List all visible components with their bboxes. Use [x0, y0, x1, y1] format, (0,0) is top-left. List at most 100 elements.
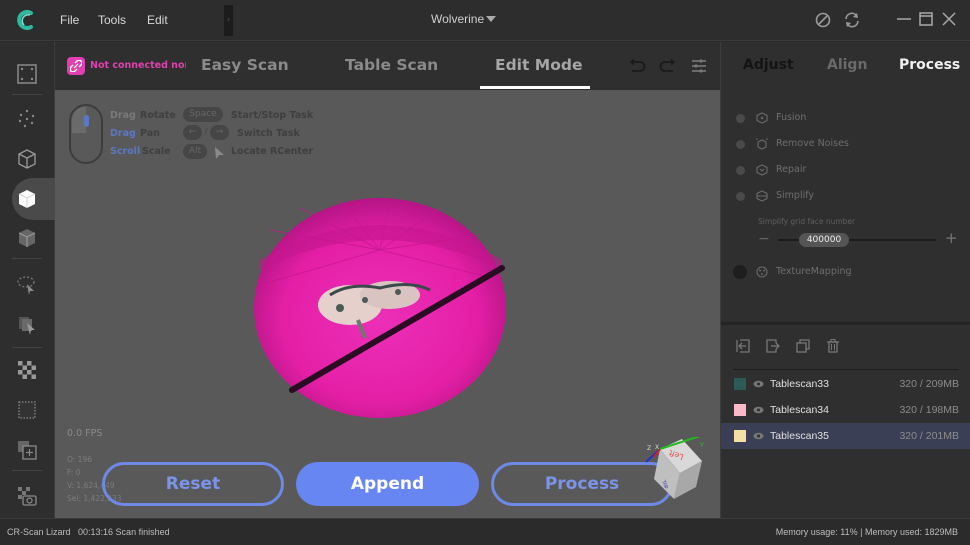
project-selector[interactable]: Wolverine [431, 12, 484, 26]
fps-counter: 0.0 FPS [67, 428, 103, 439]
cursor-icon [215, 147, 224, 159]
panel-divider [721, 322, 970, 325]
step-status-dot [736, 166, 745, 175]
scan-name: Tablescan34 [770, 404, 829, 416]
tool-solid[interactable] [12, 184, 42, 214]
process-step-repair[interactable]: Repair [721, 161, 970, 181]
tab-align[interactable]: Align [827, 57, 867, 73]
simplify-grid-label: Simplify grid face number [758, 217, 856, 226]
checkerboard-icon [18, 361, 36, 379]
process-step-remove-noises[interactable]: Remove Noises [721, 135, 970, 155]
close-icon[interactable] [939, 9, 959, 29]
step-status-dot [736, 114, 745, 123]
scan-color-swatch[interactable] [734, 404, 746, 416]
tool-point-cloud[interactable] [12, 104, 42, 134]
import-icon[interactable] [735, 338, 751, 354]
delete-icon[interactable] [825, 338, 841, 354]
menu-file[interactable]: File [60, 13, 79, 27]
toolbar-divider [12, 347, 42, 348]
simplify-slider-handle[interactable]: 400000 [799, 233, 849, 247]
tab-table-scan[interactable]: Table Scan [345, 56, 438, 74]
tool-rect-select[interactable] [12, 310, 42, 340]
tab-adjust[interactable]: Adjust [743, 57, 794, 73]
lasso-select-icon [17, 276, 35, 295]
undo-icon[interactable] [627, 56, 647, 76]
visibility-eye-icon[interactable] [753, 406, 764, 414]
toolbar-divider [12, 94, 42, 95]
step-label: Repair [776, 164, 807, 175]
visibility-eye-icon[interactable] [753, 432, 764, 440]
tab-edit-mode[interactable]: Edit Mode [495, 56, 582, 74]
list-divider [733, 369, 959, 370]
settings-list-icon[interactable] [689, 56, 709, 76]
menu-tools[interactable]: Tools [98, 13, 126, 27]
scan-color-swatch[interactable] [734, 430, 746, 442]
x-axis-label: X [655, 444, 659, 451]
point-cloud-icon [18, 109, 35, 128]
tool-add-region[interactable] [12, 435, 42, 465]
chevron-down-icon[interactable] [486, 16, 496, 22]
scan-size: 320 / 201MB [899, 430, 959, 442]
right-panel: Adjust Align Process Fusion Remove Noise… [720, 42, 970, 518]
scan-list-item[interactable]: Tablescan33 320 / 209MB [721, 371, 970, 397]
maximize-icon[interactable] [916, 9, 936, 29]
step-status-dot [736, 140, 745, 149]
process-step-texture-mapping[interactable]: TextureMapping [721, 263, 970, 283]
append-button[interactable]: Append [296, 462, 479, 506]
remove-noises-icon [756, 138, 768, 150]
tool-bounding-box[interactable] [12, 59, 42, 89]
collapse-icon[interactable]: › [224, 5, 233, 36]
bounding-box-icon [17, 64, 37, 84]
texture-mapping-icon [756, 266, 768, 278]
app-window: File Tools Edit › Wolverine Not connecte… [0, 0, 970, 545]
duplicate-icon[interactable] [795, 338, 811, 354]
hint-effect: Locate RCenter [231, 146, 314, 157]
mode-tab-bar: Not connected norm Easy Scan Table Scan … [55, 42, 720, 90]
process-step-fusion[interactable]: Fusion [721, 109, 970, 129]
scan-list-item[interactable]: Tablescan35 320 / 201MB [721, 423, 970, 449]
tool-texture-capture[interactable] [12, 481, 42, 511]
minimize-icon[interactable] [894, 9, 914, 29]
scan-color-swatch[interactable] [734, 378, 746, 390]
scan-list-item[interactable]: Tablescan34 320 / 198MB [721, 397, 970, 423]
scanned-model[interactable] [240, 190, 530, 425]
sync-icon[interactable] [843, 11, 861, 29]
scan-name: Tablescan35 [770, 430, 829, 442]
step-status-dot [733, 265, 747, 279]
hint-action: Drag [110, 128, 136, 139]
reset-button[interactable]: Reset [102, 462, 284, 506]
orientation-cube[interactable]: Left Top Y Z X [640, 437, 710, 507]
broken-link-icon [70, 60, 82, 72]
wireframe-cube-icon [18, 149, 36, 169]
hint-effect: Rotate [140, 110, 176, 121]
decrease-button[interactable]: − [758, 231, 770, 247]
redo-icon[interactable] [658, 56, 678, 76]
step-label: Remove Noises [776, 138, 849, 149]
memory-usage: Memory usage: 11% | Memory used: 1829MB [775, 527, 958, 537]
visibility-eye-icon[interactable] [753, 380, 764, 388]
3d-viewport[interactable]: Drag Rotate Drag Pan Scroll Scale Space … [55, 90, 720, 518]
hint-effect: Scale [142, 146, 171, 157]
status-bar: CR-Scan Lizard 00:13:16 Scan finished Me… [0, 518, 970, 545]
step-label: Simplify [776, 190, 815, 201]
scan-size: 320 / 198MB [899, 404, 959, 416]
connection-status-button[interactable] [67, 57, 85, 75]
tool-lasso-select[interactable] [12, 270, 42, 300]
process-step-simplify[interactable]: Simplify [721, 187, 970, 207]
increase-button[interactable]: + [945, 229, 958, 247]
tool-textured[interactable] [12, 223, 42, 253]
tool-wireframe[interactable] [12, 144, 42, 174]
hint-action: Scroll [110, 146, 141, 157]
scan-name: Tablescan33 [770, 378, 829, 390]
screenshot-icon[interactable] [814, 11, 832, 29]
add-region-icon [18, 441, 37, 460]
export-icon[interactable] [765, 338, 781, 354]
tab-process[interactable]: Process [899, 57, 960, 73]
tool-select-region[interactable] [12, 395, 42, 425]
menu-edit[interactable]: Edit [147, 13, 168, 27]
step-label: Fusion [776, 112, 807, 123]
fusion-icon [756, 112, 768, 124]
tab-easy-scan[interactable]: Easy Scan [201, 56, 289, 74]
tool-checker[interactable] [12, 355, 42, 385]
key-arrows: ← / → [183, 125, 230, 140]
